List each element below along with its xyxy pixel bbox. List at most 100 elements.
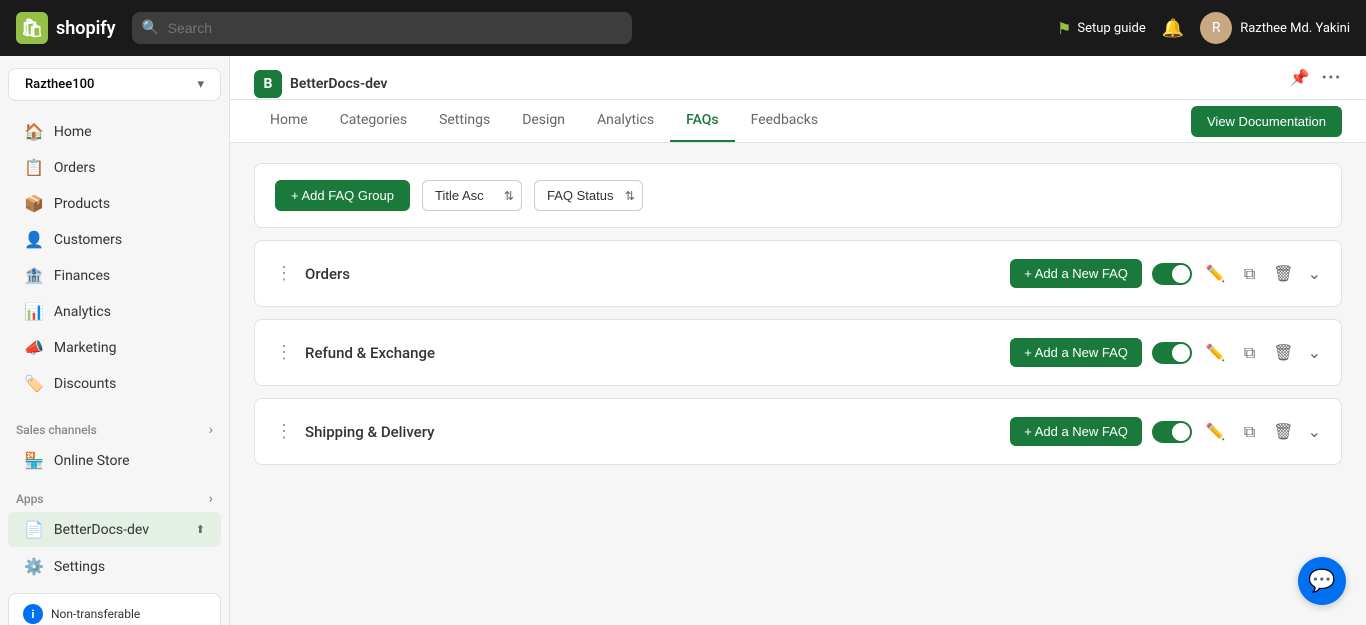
sidebar-item-home[interactable]: 🏠 Home [8, 114, 221, 149]
sidebar-item-products[interactable]: 📦 Products [8, 186, 221, 221]
expand-icon-refund[interactable]: ⌄ [1308, 343, 1321, 362]
more-options-icon[interactable]: ••• [1322, 70, 1342, 86]
edit-icon-refund[interactable]: ✏️ [1202, 339, 1230, 366]
store-selector-chevron: ▾ [197, 77, 204, 92]
customers-icon: 👤 [24, 230, 44, 249]
sidebar-item-analytics[interactable]: 📊 Analytics [8, 294, 221, 329]
faq-group-name-orders: Orders [305, 265, 998, 283]
add-faq-group-button[interactable]: + Add FAQ Group [275, 180, 410, 211]
sidebar-item-orders[interactable]: 📋 Orders [8, 150, 221, 185]
delete-icon-refund[interactable]: 🗑 [1269, 339, 1297, 366]
avatar: R [1200, 12, 1232, 44]
user-avatar-wrap[interactable]: R Razthee Md. Yakini [1200, 12, 1350, 44]
sidebar: Razthee100 ▾ 🏠 Home 📋 Orders 📦 Products … [0, 56, 230, 625]
drag-handle-refund[interactable]: ⋮ [275, 342, 293, 363]
app-icon: B [254, 70, 282, 98]
chat-bubble-button[interactable]: 💬 [1298, 557, 1346, 605]
tab-settings[interactable]: Settings [423, 100, 506, 142]
sidebar-item-betterdocs[interactable]: 📄 BetterDocs-dev ⬆ [8, 512, 221, 547]
search-bar: 🔍 [132, 12, 632, 44]
faq-group-row-orders: ⋮ Orders + Add a New FAQ ✏️ ⧉ 🗑 ⌄ [255, 241, 1341, 306]
pin-icon[interactable]: 📌 [1290, 68, 1310, 87]
drag-handle-shipping[interactable]: ⋮ [275, 421, 293, 442]
analytics-icon: 📊 [24, 302, 44, 321]
sidebar-item-label-products: Products [54, 196, 110, 212]
betterdocs-icon: 📄 [24, 520, 44, 539]
faq-group-row-refund: ⋮ Refund & Exchange + Add a New FAQ ✏️ ⧉… [255, 320, 1341, 385]
sidebar-item-online-store[interactable]: 🏪 Online Store [8, 443, 221, 478]
home-icon: 🏠 [24, 122, 44, 141]
sidebar-item-customers[interactable]: 👤 Customers [8, 222, 221, 257]
faq-group-actions-refund: + Add a New FAQ ✏️ ⧉ 🗑 ⌄ [1010, 338, 1321, 367]
sidebar-item-marketing[interactable]: 📣 Marketing [8, 330, 221, 365]
tab-analytics[interactable]: Analytics [581, 100, 670, 142]
toggle-orders[interactable] [1152, 263, 1192, 285]
app-header: B BetterDocs-dev 📌 ••• [230, 56, 1366, 100]
orders-icon: 📋 [24, 158, 44, 177]
sidebar-item-label-settings: Settings [54, 559, 105, 575]
app-header-actions: 📌 ••• [1290, 68, 1342, 99]
status-select-wrap: FAQ Status Active Inactive [534, 180, 643, 211]
store-name: Razthee100 [25, 77, 94, 92]
user-name: Razthee Md. Yakini [1240, 21, 1350, 36]
faq-group-name-refund: Refund & Exchange [305, 344, 998, 362]
setup-guide-button[interactable]: ⚑ Setup guide [1057, 19, 1146, 38]
tab-feedbacks[interactable]: Feedbacks [735, 100, 834, 142]
faq-group-name-shipping: Shipping & Delivery [305, 423, 998, 441]
content-area: B BetterDocs-dev 📌 ••• Home Categories S… [230, 56, 1366, 625]
expand-icon-orders[interactable]: ⌄ [1308, 264, 1321, 283]
finances-icon: 🏦 [24, 266, 44, 285]
notification-icon[interactable]: 🔔 [1162, 18, 1184, 39]
page-content: + Add FAQ Group Title Asc Title Desc FAQ… [230, 143, 1366, 625]
main-layout: Razthee100 ▾ 🏠 Home 📋 Orders 📦 Products … [0, 56, 1366, 625]
info-icon: i [23, 604, 43, 624]
non-transferable-label: Non-transferable [51, 607, 140, 621]
apps-expand-icon[interactable]: › [209, 491, 213, 507]
sidebar-item-finances[interactable]: 🏦 Finances [8, 258, 221, 293]
delete-icon-shipping[interactable]: 🗑 [1269, 418, 1297, 445]
copy-icon-orders[interactable]: ⧉ [1240, 260, 1259, 288]
tab-home[interactable]: Home [254, 100, 324, 142]
setup-guide-label: Setup guide [1077, 21, 1145, 36]
sidebar-item-label-betterdocs: BetterDocs-dev [54, 522, 149, 538]
edit-icon-orders[interactable]: ✏️ [1202, 260, 1230, 287]
copy-icon-refund[interactable]: ⧉ [1240, 339, 1259, 367]
sidebar-item-label-analytics: Analytics [54, 304, 111, 320]
tabs: Home Categories Settings Design Analytic… [254, 100, 834, 142]
sort-select[interactable]: Title Asc Title Desc [422, 180, 522, 211]
products-icon: 📦 [24, 194, 44, 213]
add-new-faq-button-shipping[interactable]: + Add a New FAQ [1010, 417, 1142, 446]
view-documentation-button[interactable]: View Documentation [1191, 106, 1342, 137]
topbar: 🛍 shopify 🔍 ⚑ Setup guide 🔔 R Razthee Md… [0, 0, 1366, 56]
add-new-faq-button-refund[interactable]: + Add a New FAQ [1010, 338, 1142, 367]
sales-channels-expand-icon[interactable]: › [209, 422, 213, 438]
faq-group-orders: ⋮ Orders + Add a New FAQ ✏️ ⧉ 🗑 ⌄ [254, 240, 1342, 307]
sidebar-item-label-finances: Finances [54, 268, 110, 284]
discounts-icon: 🏷️ [24, 374, 44, 393]
tab-faqs[interactable]: FAQs [670, 100, 735, 142]
settings-icon: ⚙️ [24, 557, 44, 576]
sidebar-item-label-customers: Customers [54, 232, 122, 248]
delete-icon-orders[interactable]: 🗑 [1269, 260, 1297, 287]
copy-icon-shipping[interactable]: ⧉ [1240, 418, 1259, 446]
sidebar-item-settings[interactable]: ⚙️ Settings [8, 549, 221, 584]
status-select[interactable]: FAQ Status Active Inactive [534, 180, 643, 211]
edit-icon-shipping[interactable]: ✏️ [1202, 418, 1230, 445]
online-store-icon: 🏪 [24, 451, 44, 470]
search-input[interactable] [132, 12, 632, 44]
drag-handle-orders[interactable]: ⋮ [275, 263, 293, 284]
toggle-shipping[interactable] [1152, 421, 1192, 443]
app-header-left: B BetterDocs-dev [254, 70, 387, 98]
expand-icon-shipping[interactable]: ⌄ [1308, 422, 1321, 441]
sidebar-item-discounts[interactable]: 🏷️ Discounts [8, 366, 221, 401]
tab-categories[interactable]: Categories [324, 100, 423, 142]
toggle-refund[interactable] [1152, 342, 1192, 364]
tab-nav: Home Categories Settings Design Analytic… [230, 100, 1366, 143]
sidebar-nav: 🏠 Home 📋 Orders 📦 Products 👤 Customers 🏦… [0, 105, 229, 410]
add-new-faq-button-orders[interactable]: + Add a New FAQ [1010, 259, 1142, 288]
tab-design[interactable]: Design [506, 100, 581, 142]
faq-group-actions-shipping: + Add a New FAQ ✏️ ⧉ 🗑 ⌄ [1010, 417, 1321, 446]
store-selector[interactable]: Razthee100 ▾ [8, 68, 221, 101]
apps-label: Apps [16, 492, 44, 506]
topbar-right: ⚑ Setup guide 🔔 R Razthee Md. Yakini [1057, 12, 1350, 44]
